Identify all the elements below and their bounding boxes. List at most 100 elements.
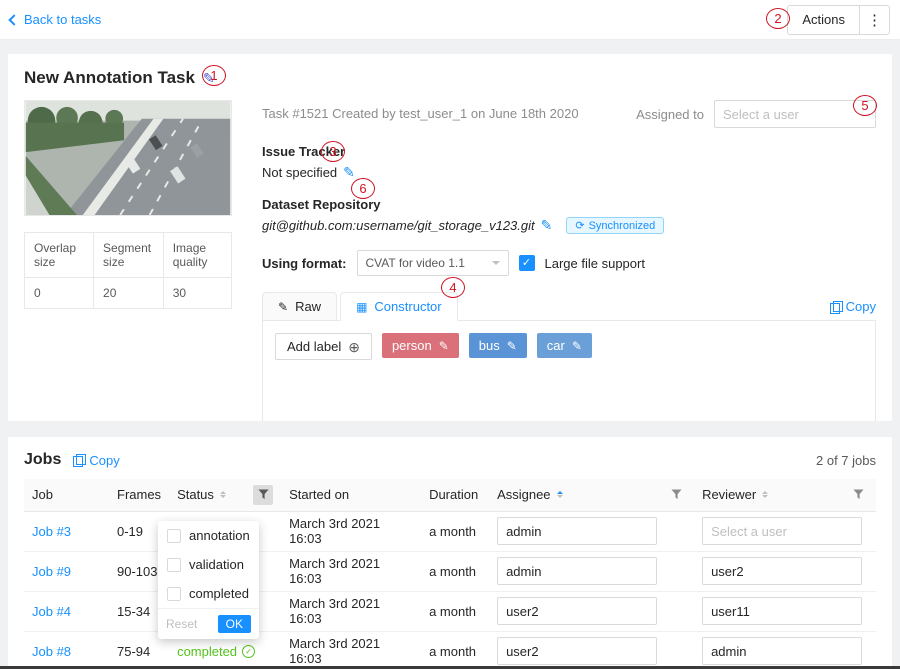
column-job[interactable]: Job: [24, 479, 109, 511]
add-label-button-label: Add label: [287, 339, 341, 354]
assignee-filter-icon[interactable]: [666, 485, 686, 505]
filter-footer: Reset OK: [158, 608, 259, 639]
actions-label[interactable]: Actions: [788, 6, 859, 34]
filter-option-label: completed: [189, 586, 249, 601]
param-value-quality: 30: [163, 278, 231, 309]
checkbox[interactable]: [167, 558, 181, 572]
column-status[interactable]: Status: [169, 479, 281, 511]
back-to-tasks-label: Back to tasks: [24, 12, 101, 27]
label-tag-person-name: person: [392, 338, 432, 353]
tab-raw[interactable]: ✎ Raw: [262, 292, 337, 320]
build-icon: ▦: [356, 300, 367, 314]
dataset-repository-label: Dataset Repository: [262, 197, 876, 212]
reviewer-select[interactable]: user11: [702, 597, 862, 625]
job-row: Job #3 0-19 March 3rd 2021 16:03 a month…: [24, 511, 876, 551]
label-tag-person[interactable]: person ✎: [382, 333, 459, 358]
job-status-text: completed: [177, 644, 237, 659]
job-started: March 3rd 2021 16:03: [281, 631, 421, 669]
format-select[interactable]: CVAT for video 1.1: [357, 250, 509, 276]
pencil-icon: ✎: [278, 300, 288, 314]
edit-repository-icon[interactable]: ✎: [541, 217, 553, 234]
actions-button[interactable]: Actions ⋮: [787, 5, 890, 35]
assignee-select[interactable]: user2: [497, 637, 657, 665]
tab-constructor-label: Constructor: [374, 299, 441, 314]
issue-tracker-value-row: Not specified ✎: [262, 164, 876, 181]
assignee-select[interactable]: admin: [497, 557, 657, 585]
dataset-repository-url[interactable]: git@github.com:username/git_storage_v123…: [262, 218, 535, 233]
checkbox[interactable]: [167, 529, 181, 543]
checkbox[interactable]: [167, 587, 181, 601]
copy-icon: [73, 454, 84, 466]
cvat-task-page: Back to tasks Actions ⋮ New Annotation T…: [0, 0, 900, 669]
job-link[interactable]: Job #9: [32, 564, 71, 579]
format-select-value: CVAT for video 1.1: [366, 256, 465, 270]
back-to-tasks-link[interactable]: Back to tasks: [10, 12, 101, 27]
column-assignee-label: Assignee: [497, 487, 550, 502]
large-file-checkbox[interactable]: ✓: [519, 255, 535, 271]
task-left-column: Overlap size Segment size Image quality …: [24, 100, 234, 421]
job-duration: a month: [421, 511, 489, 551]
reviewer-select[interactable]: user2: [702, 557, 862, 585]
filter-ok-button[interactable]: OK: [218, 615, 251, 633]
jobs-title: Jobs: [24, 451, 61, 469]
reviewer-select[interactable]: admin: [702, 637, 862, 665]
kebab-menu-icon[interactable]: ⋮: [859, 6, 889, 34]
tab-constructor[interactable]: ▦ Constructor: [340, 292, 458, 321]
assignee-value: user2: [506, 604, 539, 619]
label-tag-car[interactable]: car ✎: [537, 333, 592, 358]
filter-option-validation[interactable]: validation: [158, 550, 259, 579]
filter-option-label: validation: [189, 557, 244, 572]
issue-tracker-value: Not specified: [262, 165, 337, 180]
column-frames: Frames: [109, 479, 169, 511]
reviewer-value: user11: [711, 604, 750, 619]
job-link[interactable]: Job #3: [32, 524, 71, 539]
edit-label-icon[interactable]: ✎: [507, 339, 517, 353]
reviewer-value: user2: [711, 564, 744, 579]
task-assignee-placeholder: Select a user: [723, 107, 799, 122]
tab-raw-label: Raw: [295, 299, 321, 314]
assignee-select[interactable]: admin: [497, 517, 657, 545]
using-format-label: Using format:: [262, 256, 347, 271]
sort-icon[interactable]: [762, 491, 768, 498]
filter-option-completed[interactable]: completed: [158, 579, 259, 608]
filter-reset-button[interactable]: Reset: [166, 617, 197, 631]
top-bar: Back to tasks Actions ⋮: [0, 0, 900, 40]
reviewer-select[interactable]: Select a user: [702, 517, 862, 545]
synchronized-badge: ⟳ Synchronized: [566, 217, 664, 234]
assignee-value: admin: [506, 564, 541, 579]
job-row: Job #9 90-103 March 3rd 2021 16:03 a mon…: [24, 551, 876, 591]
sort-icon[interactable]: [220, 491, 226, 498]
reviewer-filter-icon[interactable]: [848, 485, 868, 505]
edit-issue-tracker-icon[interactable]: ✎: [343, 164, 355, 181]
reviewer-value: admin: [711, 644, 746, 659]
filter-option-label: annotation: [189, 528, 250, 543]
task-title-row: New Annotation Task ✎: [24, 68, 876, 88]
task-assignee-select[interactable]: Select a user: [714, 100, 876, 128]
labels-tabs: ✎ Raw ▦ Constructor Copy: [262, 292, 876, 321]
edit-label-icon[interactable]: ✎: [572, 339, 582, 353]
jobs-card: Jobs Copy 2 of 7 jobs Job Frames Status: [8, 437, 892, 669]
assignee-value: user2: [506, 644, 539, 659]
sort-icon[interactable]: [557, 491, 563, 498]
jobs-copy-button[interactable]: Copy: [73, 453, 119, 468]
label-tag-bus[interactable]: bus ✎: [469, 333, 527, 358]
column-status-label: Status: [177, 487, 214, 502]
large-file-label: Large file support: [545, 256, 645, 271]
job-started: March 3rd 2021 16:03: [281, 591, 421, 631]
labels-copy-label: Copy: [846, 299, 876, 314]
job-link[interactable]: Job #4: [32, 604, 71, 619]
edit-label-icon[interactable]: ✎: [439, 339, 449, 353]
job-duration: a month: [421, 591, 489, 631]
column-reviewer[interactable]: Reviewer: [694, 479, 876, 511]
callout-6: 6: [351, 178, 375, 199]
filter-option-annotation[interactable]: annotation: [158, 521, 259, 550]
sync-icon: ⟳: [575, 219, 584, 232]
assignee-value: admin: [506, 524, 541, 539]
labels-copy-button[interactable]: Copy: [830, 299, 876, 320]
status-filter-icon[interactable]: [253, 485, 273, 505]
column-assignee[interactable]: Assignee: [489, 479, 694, 511]
job-link[interactable]: Job #8: [32, 644, 71, 659]
add-label-button[interactable]: Add label ⊕: [275, 333, 372, 360]
assignee-select[interactable]: user2: [497, 597, 657, 625]
task-preview-image: [24, 100, 232, 216]
